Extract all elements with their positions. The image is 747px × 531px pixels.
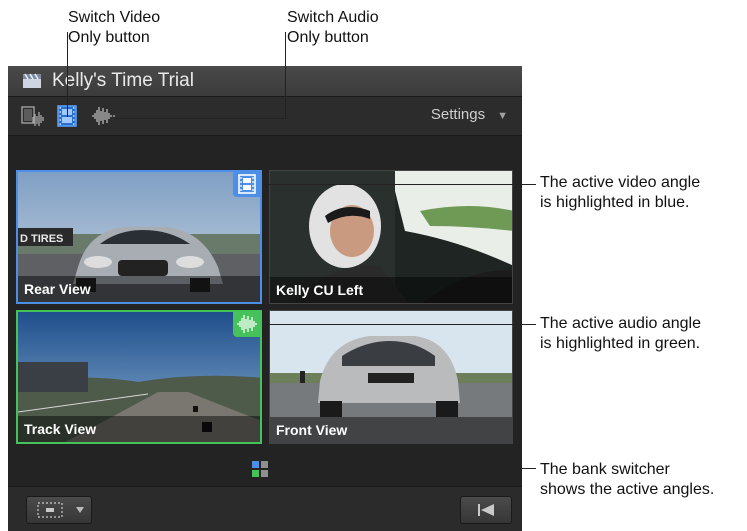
callout-line-1: The active audio angle <box>540 315 701 332</box>
switch-video-audio-icon[interactable] <box>21 105 45 127</box>
angle-label: Rear View <box>18 276 260 302</box>
angle-front-view[interactable]: Front View <box>269 310 513 444</box>
callout-line-1: The bank switcher <box>540 461 670 478</box>
callout-line-2: is highlighted in blue. <box>540 194 690 211</box>
overlay-icon <box>37 502 63 518</box>
settings-button[interactable]: Settings ▼ <box>431 106 508 123</box>
chevron-down-icon: ▼ <box>497 110 508 122</box>
viewer-titlebar: Kelly's Time Trial <box>8 66 522 97</box>
switch-audio-only-icon[interactable] <box>90 105 116 127</box>
active-video-badge <box>233 172 260 197</box>
angle-label: Track View <box>18 416 260 442</box>
callout-line <box>67 32 68 117</box>
filmstrip-icon <box>238 174 256 194</box>
angle-viewer: Kelly's Time Trial Settings ▼ D TIRES Re… <box>8 66 522 531</box>
skip-back-button[interactable] <box>460 496 512 524</box>
callout-line <box>114 118 286 119</box>
callout-line-1: Switch Audio <box>287 9 379 26</box>
callout-line <box>285 32 286 119</box>
angle-rear-view[interactable]: D TIRES Rear View <box>16 170 262 304</box>
callout-bank-switcher: The bank switcher shows the active angle… <box>540 460 714 500</box>
bank-switcher[interactable] <box>252 461 268 477</box>
callout-line-2: is highlighted in green. <box>540 335 701 352</box>
angle-label: Kelly CU Left <box>270 277 512 303</box>
callout-switch-video: Switch Video Only button <box>68 8 160 48</box>
angle-label: Front View <box>270 417 512 443</box>
viewer-title: Kelly's Time Trial <box>52 70 194 91</box>
callout-line-2: shows the active angles. <box>540 481 715 498</box>
callout-line-2: Only button <box>68 29 150 46</box>
callout-active-audio: The active audio angle is highlighted in… <box>540 314 701 354</box>
callout-line-1: The active video angle <box>540 174 701 191</box>
callout-line <box>266 324 536 325</box>
angle-kelly-cu-left[interactable]: Kelly CU Left <box>269 170 513 304</box>
viewer-bottom-bar <box>8 486 522 531</box>
callout-line-1: Switch Video <box>68 9 161 26</box>
active-audio-badge <box>233 312 260 337</box>
callout-switch-audio: Switch Audio Only button <box>287 8 379 48</box>
angle-track-view[interactable]: Track View <box>16 310 262 444</box>
skip-back-icon <box>478 504 494 516</box>
callout-active-video: The active video angle is highlighted in… <box>540 173 700 213</box>
callout-line-2: Only button <box>287 29 369 46</box>
viewer-toolbar: Settings ▼ <box>8 97 522 136</box>
settings-label: Settings <box>430 106 486 123</box>
waveform-icon <box>237 315 257 333</box>
callout-line <box>262 184 536 185</box>
svg-text:D TIRES: D TIRES <box>20 233 63 245</box>
callout-line <box>268 468 536 469</box>
chevron-down-icon <box>76 507 84 513</box>
clapperboard-icon <box>23 73 41 88</box>
overlay-menu-button[interactable] <box>26 496 92 524</box>
